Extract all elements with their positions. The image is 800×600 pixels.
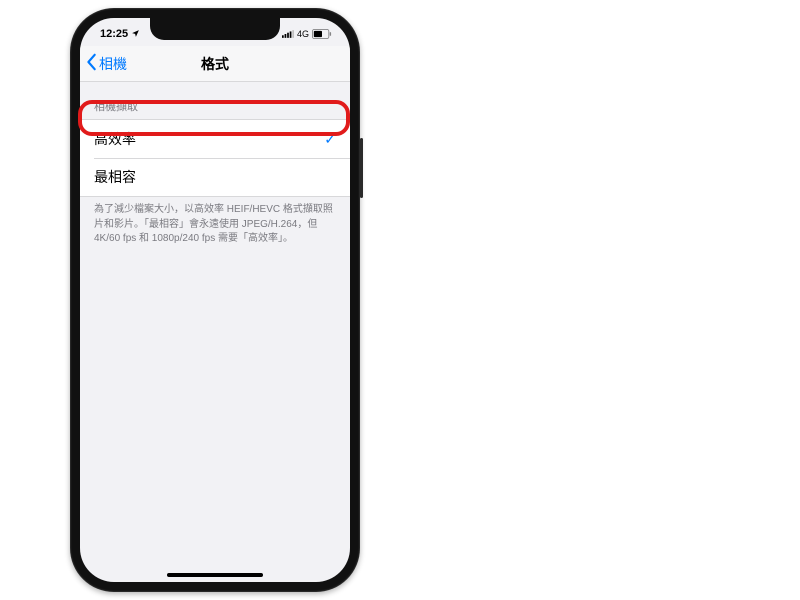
option-label: 高效率: [94, 129, 136, 149]
checkmark-icon: ✓: [324, 131, 336, 148]
signal-icon: [282, 30, 294, 38]
status-left: 12:25: [100, 28, 140, 40]
section-footer: 為了減少檔案大小，以高效率 HEIF/HEVC 格式擷取照片和影片。「最相容」會…: [80, 197, 350, 253]
status-time: 12:25: [100, 28, 128, 40]
notch: [150, 18, 280, 40]
back-button[interactable]: 相機: [80, 53, 127, 74]
option-most-compatible[interactable]: 最相容: [80, 158, 350, 196]
screen: 12:25 4G: [80, 18, 350, 582]
phone-frame: 12:25 4G: [70, 8, 360, 592]
section-header: 相機擷取: [80, 82, 350, 119]
content: 相機擷取 高效率 ✓ 最相容 為了減少檔案大小，以高效率 HEIF/HEVC 格…: [80, 82, 350, 582]
option-high-efficiency[interactable]: 高效率 ✓: [80, 120, 350, 158]
location-icon: [131, 29, 140, 38]
chevron-left-icon: [86, 53, 98, 74]
nav-bar: 相機 格式: [80, 46, 350, 82]
option-label: 最相容: [94, 167, 136, 187]
options-list: 高效率 ✓ 最相容: [80, 119, 350, 197]
battery-icon: [312, 29, 332, 39]
status-right: 4G: [282, 29, 332, 39]
network-label: 4G: [297, 29, 309, 39]
home-indicator[interactable]: [167, 573, 263, 577]
back-label: 相機: [99, 54, 127, 74]
